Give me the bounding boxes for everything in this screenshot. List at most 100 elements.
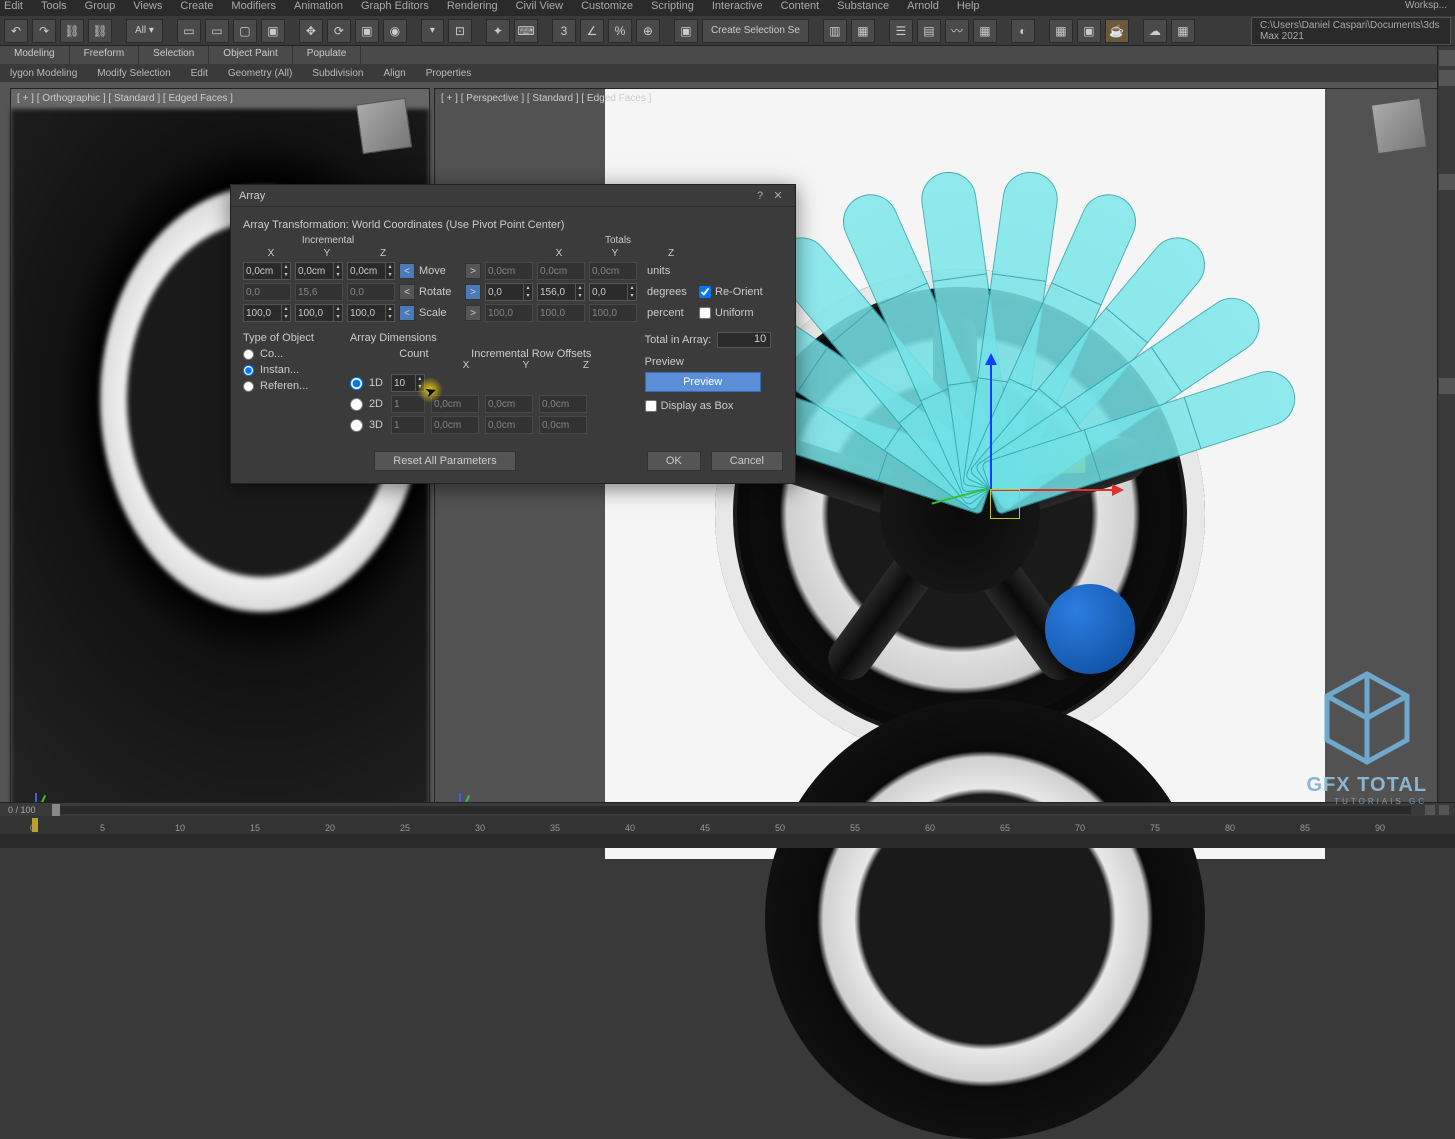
angle-snap-icon[interactable]: ∠ (580, 19, 604, 43)
timeline-next-icon[interactable] (1439, 805, 1449, 815)
link-icon[interactable]: ⛓ (60, 19, 84, 43)
timeline-thumb[interactable] (52, 804, 60, 816)
project-path-field[interactable]: C:\Users\Daniel Caspari\Documents\3ds Ma… (1251, 17, 1451, 45)
tab-modeling[interactable]: Modeling (0, 46, 70, 64)
rotate-left-arrow[interactable]: < (399, 284, 415, 300)
menu-group[interactable]: Group (85, 0, 116, 12)
toggleribbon-icon[interactable]: ▤ (917, 19, 941, 43)
redo-icon[interactable]: ↷ (32, 19, 56, 43)
manip-icon[interactable]: ✦ (486, 19, 510, 43)
menu-scripting[interactable]: Scripting (651, 0, 694, 12)
menu-grapheditors[interactable]: Graph Editors (361, 0, 429, 12)
rendered-frame-icon[interactable]: ▣ (1077, 19, 1101, 43)
keyboard-icon[interactable]: ⌨ (514, 19, 538, 43)
dim-1d-count[interactable]: ▴▾ (391, 374, 425, 392)
panel-polymod[interactable]: lygon Modeling (0, 66, 87, 81)
panel-btn-icon[interactable] (1439, 174, 1455, 190)
rotate-icon[interactable]: ⟳ (327, 19, 351, 43)
modify-panel-icon[interactable] (1439, 70, 1455, 86)
help-icon[interactable]: ? (751, 190, 769, 202)
render-setup-icon[interactable]: ▦ (1049, 19, 1073, 43)
a360-icon[interactable]: ☁ (1143, 19, 1167, 43)
menu-edit[interactable]: Edit (4, 0, 23, 12)
panel-geometry[interactable]: Geometry (All) (218, 66, 302, 81)
rect-select-icon[interactable]: ▢ (233, 19, 257, 43)
uniform-checkbox[interactable]: Uniform (699, 307, 754, 319)
menu-interactive[interactable]: Interactive (712, 0, 763, 12)
dim-1d-radio[interactable] (350, 377, 363, 390)
viewport-right-label[interactable]: [ + ] [ Perspective ] [ Standard ] [ Edg… (441, 93, 651, 104)
filter-all[interactable]: All ▾ (126, 19, 163, 43)
menu-customize[interactable]: Customize (581, 0, 633, 12)
schematic-icon[interactable]: ▦ (973, 19, 997, 43)
viewport-left-label[interactable]: [ + ] [ Orthographic ] [ Standard ] [ Ed… (17, 93, 233, 104)
pivot-icon[interactable]: ⊡ (448, 19, 472, 43)
viewcube-icon[interactable] (1371, 98, 1427, 154)
menu-create[interactable]: Create (180, 0, 213, 12)
material-icon[interactable]: ◐ (1011, 19, 1035, 43)
panel-properties[interactable]: Properties (416, 66, 482, 81)
rotate-tot-z[interactable]: ▴▾ (589, 283, 637, 301)
viewcube-icon[interactable] (356, 98, 412, 154)
dim-2d-radio[interactable] (350, 398, 363, 411)
curve-editor-icon[interactable]: 〰 (945, 19, 969, 43)
move-left-arrow[interactable]: < (399, 263, 415, 279)
tab-objectpaint[interactable]: Object Paint (209, 46, 292, 64)
reset-button[interactable]: Reset All Parameters (374, 451, 515, 471)
menu-substance[interactable]: Substance (837, 0, 889, 12)
panel-modifysel[interactable]: Modify Selection (87, 66, 180, 81)
menu-civilview[interactable]: Civil View (516, 0, 563, 12)
preview-button[interactable]: Preview (645, 372, 761, 392)
menu-modifiers[interactable]: Modifiers (231, 0, 276, 12)
rotate-tot-y[interactable]: ▴▾ (537, 283, 585, 301)
rotate-right-arrow[interactable]: > (465, 284, 481, 300)
ok-button[interactable]: OK (647, 451, 701, 471)
select-name-icon[interactable]: ▭ (205, 19, 229, 43)
dialog-titlebar[interactable]: Array ? ✕ (231, 185, 795, 207)
cancel-button[interactable]: Cancel (711, 451, 783, 471)
scale-inc-y[interactable]: ▴▾ (295, 304, 343, 322)
timeline-prev-icon[interactable] (1425, 805, 1435, 815)
align-icon[interactable]: ▦ (851, 19, 875, 43)
menu-arnold[interactable]: Arnold (907, 0, 939, 12)
menu-views[interactable]: Views (133, 0, 162, 12)
menu-rendering[interactable]: Rendering (447, 0, 498, 12)
move-inc-z[interactable]: ▴▾ (347, 262, 395, 280)
undo-icon[interactable]: ↶ (4, 19, 28, 43)
command-panel[interactable] (1437, 46, 1455, 802)
tab-populate[interactable]: Populate (293, 46, 361, 64)
window-cross-icon[interactable]: ▣ (261, 19, 285, 43)
display-as-box-checkbox[interactable]: Display as Box (645, 400, 734, 412)
menu-help[interactable]: Help (957, 0, 980, 12)
objtype-copy[interactable]: Co... (243, 348, 332, 360)
percent-snap-icon[interactable]: % (608, 19, 632, 43)
layer-icon[interactable]: ☰ (889, 19, 913, 43)
named-sel-dropdown[interactable]: Create Selection Se (702, 19, 809, 43)
panel-edit[interactable]: Edit (181, 66, 218, 81)
coord-sys[interactable]: ▾ (421, 19, 444, 43)
render-icon[interactable]: ☕ (1105, 19, 1129, 43)
dim-3d-radio[interactable] (350, 419, 363, 432)
menu-tools[interactable]: Tools (41, 0, 67, 12)
scale-icon[interactable]: ▣ (355, 19, 379, 43)
move-inc-x[interactable]: ▴▾ (243, 262, 291, 280)
move-right-arrow[interactable]: > (465, 263, 481, 279)
select-icon[interactable]: ▭ (177, 19, 201, 43)
unlink-icon[interactable]: ⛓ (88, 19, 112, 43)
timeline-slider[interactable]: 0 / 100 (0, 802, 1455, 816)
scale-right-arrow[interactable]: > (465, 305, 481, 321)
editnamedsel-icon[interactable]: ▣ (674, 19, 698, 43)
panel-subdivision[interactable]: Subdivision (302, 66, 373, 81)
close-icon[interactable]: ✕ (769, 189, 787, 202)
panel-align[interactable]: Align (373, 66, 415, 81)
move-icon[interactable]: ✥ (299, 19, 323, 43)
move-inc-y[interactable]: ▴▾ (295, 262, 343, 280)
placement-icon[interactable]: ◉ (383, 19, 407, 43)
spinner-snap-icon[interactable]: ⊕ (636, 19, 660, 43)
create-panel-icon[interactable] (1439, 50, 1455, 66)
tab-freeform[interactable]: Freeform (70, 46, 140, 64)
panel-btn-icon[interactable] (1439, 378, 1455, 394)
snap-icon[interactable]: 3 (552, 19, 576, 43)
open-autodesk-icon[interactable]: ▦ (1171, 19, 1195, 43)
scale-left-arrow[interactable]: < (399, 305, 415, 321)
